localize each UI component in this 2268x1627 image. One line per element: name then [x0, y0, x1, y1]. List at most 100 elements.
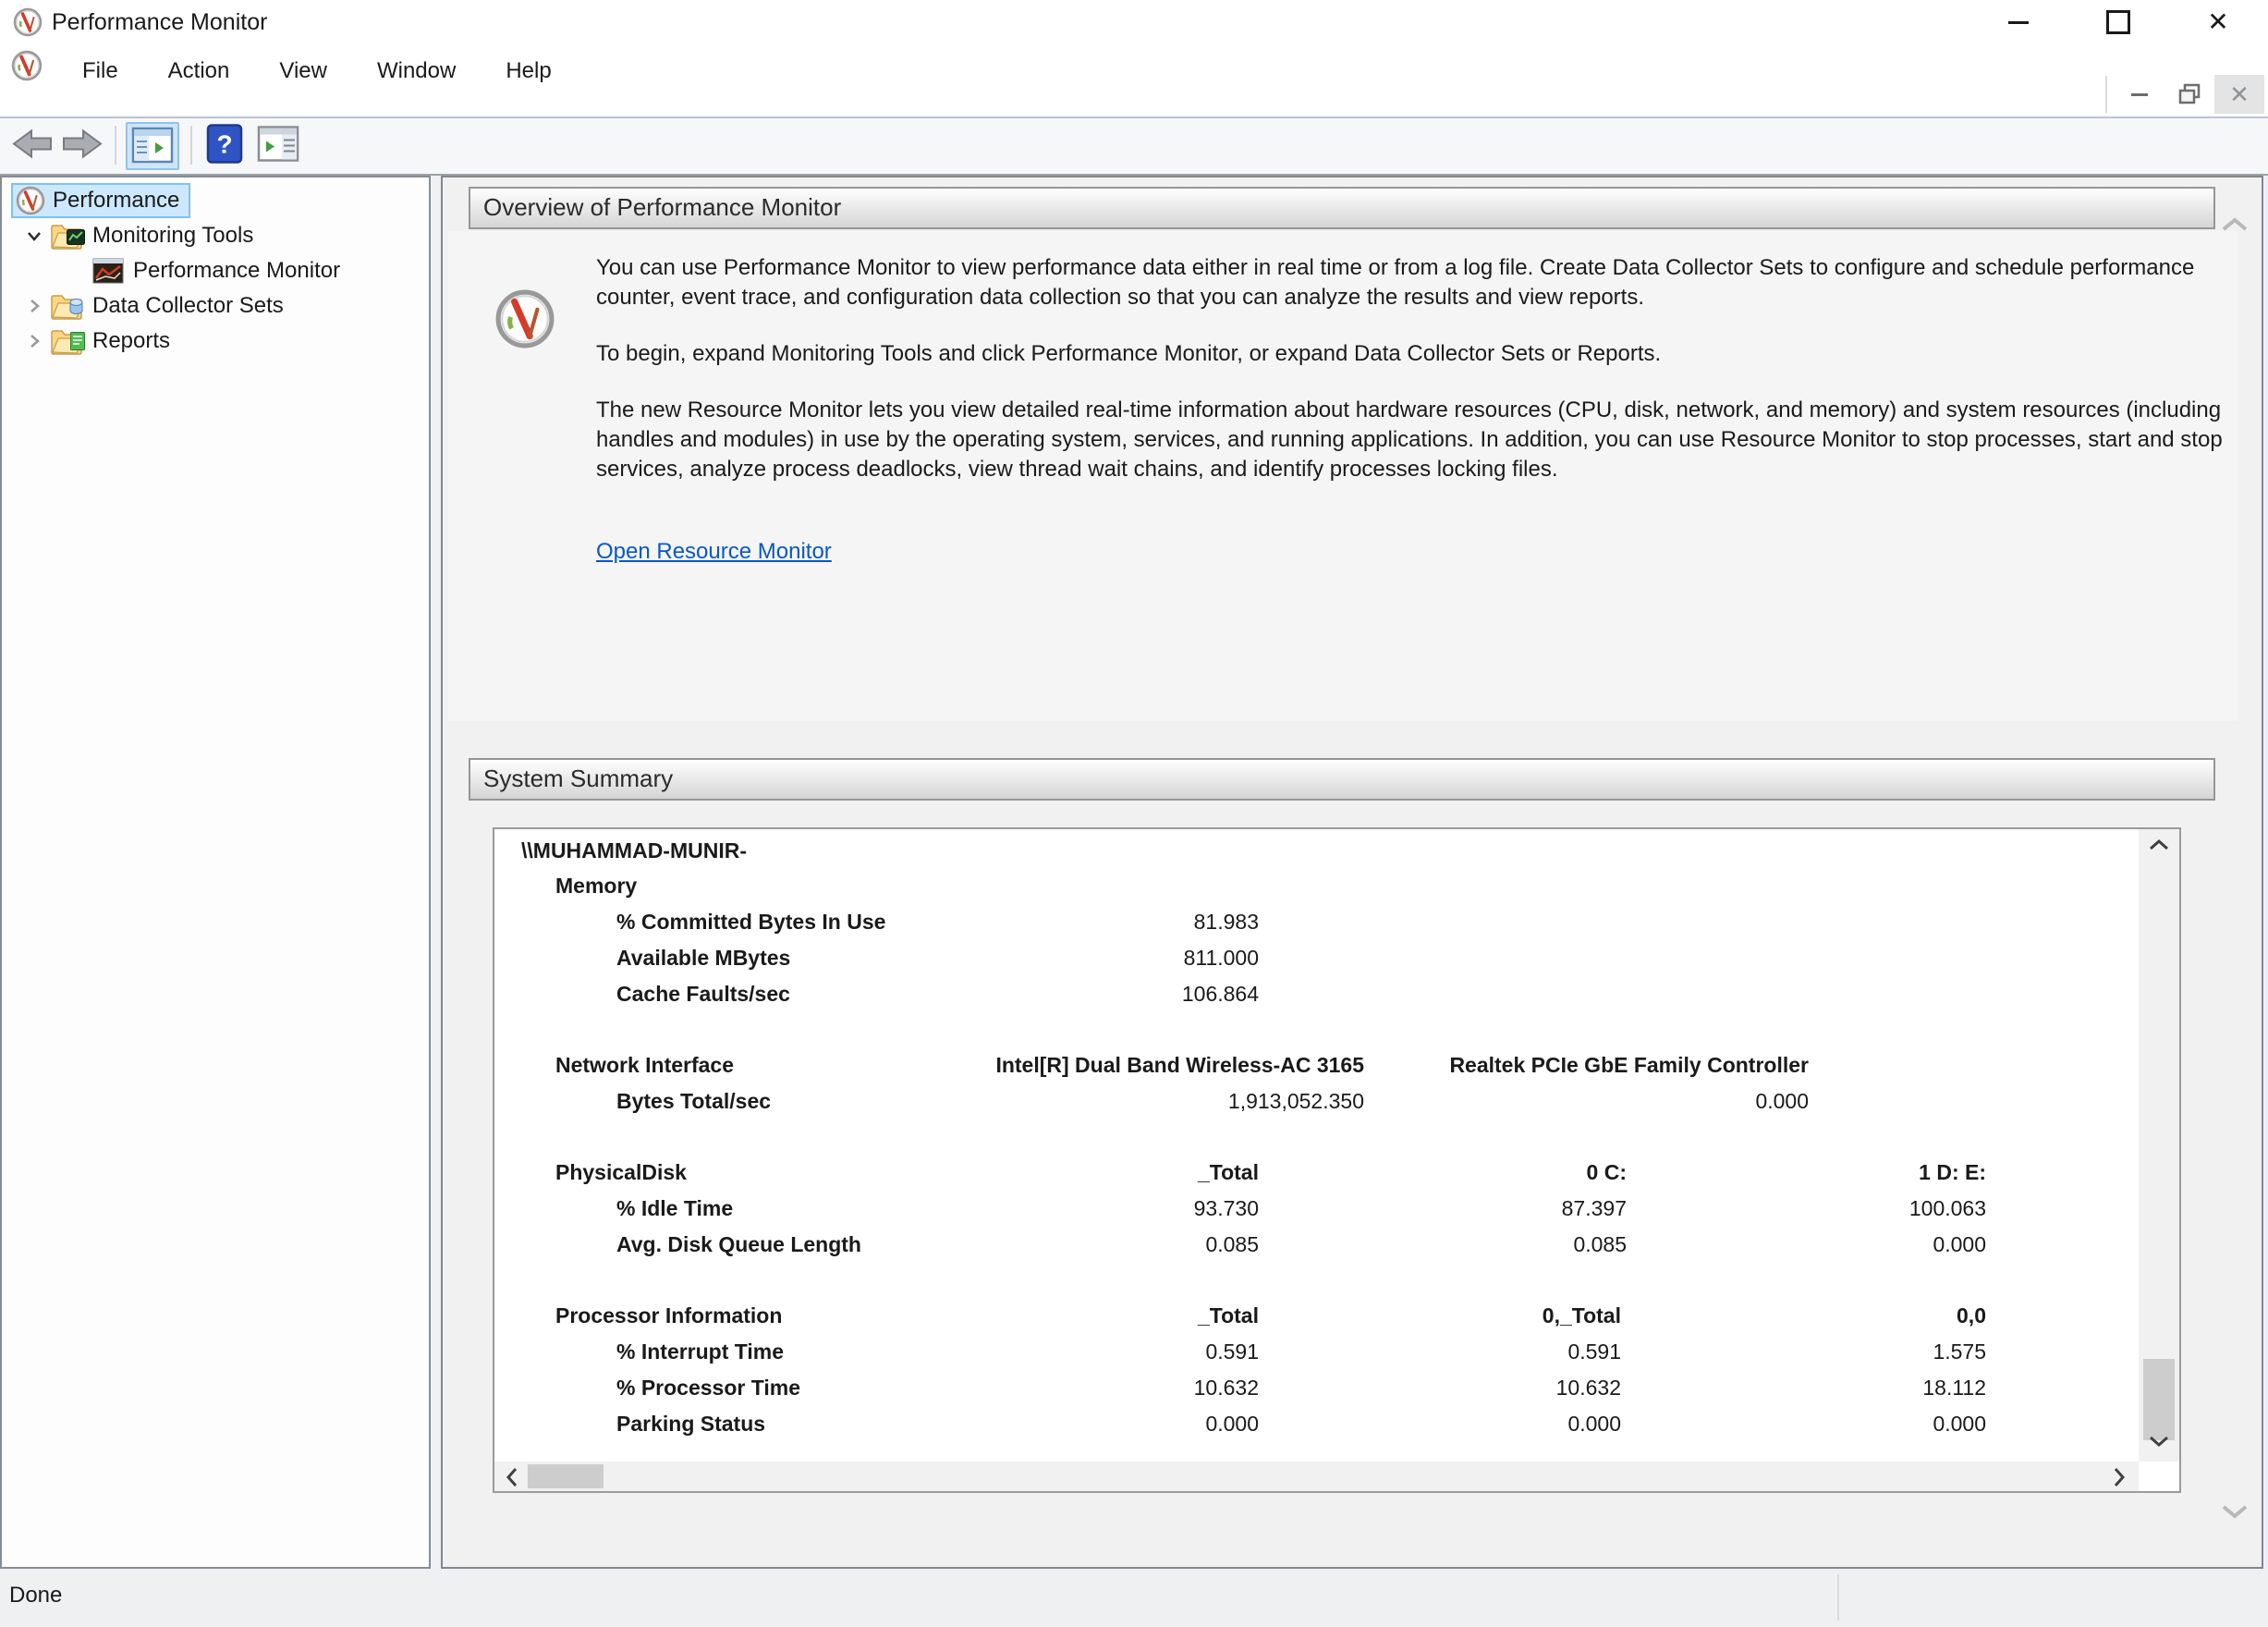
overview-paragraph-2: To begin, expand Monitoring Tools and cl… [596, 339, 2225, 369]
open-resource-monitor-link[interactable]: Open Resource Monitor [596, 539, 832, 565]
counter-value: 0.591 [1567, 1334, 1621, 1370]
counter-label: % Committed Bytes In Use [616, 904, 885, 940]
perfmon-menu-icon [11, 50, 43, 86]
folder-report-icon [50, 327, 83, 355]
minimize-button[interactable] [1969, 0, 2068, 44]
sidebar-item-monitoring-tools[interactable]: Monitoring Tools [2, 218, 427, 253]
folder-data-icon [50, 292, 83, 320]
maximize-button[interactable] [2068, 0, 2168, 44]
tree-item-label: Performance [53, 188, 179, 214]
counter-row: % Committed Bytes In Use 81.983 [494, 904, 2137, 940]
console-tree: Performance Monitoring Tools Performance… [2, 183, 427, 359]
counter-value: 10.632 [1194, 1370, 1259, 1406]
overview-paragraph-3: The new Resource Monitor lets you view d… [596, 396, 2225, 484]
menu-item-file[interactable]: File [57, 52, 143, 91]
scroll-left-icon[interactable] [504, 1465, 520, 1494]
pane-scroll-up-icon[interactable] [2219, 214, 2250, 239]
instance-column-header: Intel[R] Dual Band Wireless-AC 3165 [995, 1047, 1364, 1083]
back-icon [11, 127, 54, 162]
counter-label: Network Interface [555, 1047, 734, 1083]
counter-row: Bytes Total/sec1,913,052.3500.000 [494, 1083, 2137, 1119]
counter-label: Memory [555, 868, 637, 904]
overview-text: You can use Performance Monitor to view … [596, 253, 2225, 565]
title-bar: Performance Monitor ✕ [0, 0, 2268, 44]
tree-expander-collapsed-icon[interactable] [18, 296, 50, 316]
close-icon: ✕ [2207, 9, 2228, 35]
folder-tools-icon [50, 222, 83, 250]
menu-item-window[interactable]: Window [352, 52, 481, 91]
counter-group-row: PhysicalDisk_Total0 C:1 D: E: [494, 1155, 2137, 1191]
instance-column-header: 0,0 [1957, 1298, 1986, 1334]
counter-value: 100.063 [1909, 1191, 1986, 1227]
scroll-right-icon[interactable] [2111, 1465, 2128, 1494]
toolbar: ? [0, 118, 2268, 176]
counter-value: 10.632 [1556, 1370, 1621, 1406]
counter-group-row: Network Interface Intel[R] Dual Band Wire… [494, 1047, 2137, 1083]
mdi-restore-icon [2177, 83, 2201, 105]
counter-value: 93.730 [1194, 1191, 1259, 1227]
counter-row: % Idle Time 93.730 87.397 100.063 [494, 1191, 2137, 1227]
counter-value: 0.000 [1933, 1406, 1986, 1442]
forward-button[interactable] [61, 127, 104, 166]
counter-value: 106.864 [1182, 976, 1259, 1012]
counter-value: 0.000 [1755, 1083, 1809, 1119]
counter-row: Available MBytes 811.000 [494, 940, 2137, 976]
pane-scroll-down-icon[interactable] [2219, 1501, 2250, 1526]
minimize-icon [2008, 21, 2029, 24]
counter-value: 87.397 [1562, 1191, 1627, 1227]
counter-label: Bytes Total/sec [616, 1083, 771, 1119]
counter-label: Parking Status [616, 1406, 765, 1442]
toolbar-separator [115, 126, 116, 165]
mdi-minimize-button[interactable] [2115, 75, 2164, 114]
sidebar-item-reports[interactable]: Reports [2, 324, 427, 359]
counter-label: Available MBytes [616, 940, 790, 976]
counter-value: 0.000 [1933, 1227, 1986, 1263]
tree-selection-highlight: Performance [11, 183, 190, 218]
show-hide-console-tree-icon [131, 127, 174, 164]
counter-value: 0.085 [1573, 1227, 1627, 1263]
instance-column-header: Realtek PCIe GbE Family Controller [1449, 1047, 1809, 1083]
counter-value: 0.085 [1205, 1227, 1259, 1263]
counter-label: PhysicalDisk [555, 1155, 687, 1191]
sidebar-item-performance-monitor[interactable]: Performance Monitor [2, 253, 427, 288]
counter-row: Avg. Disk Queue Length0.0850.0850.000 [494, 1227, 2137, 1263]
counter-label: % Processor Time [616, 1370, 800, 1406]
summary-vertical-scrollbar[interactable] [2139, 829, 2179, 1462]
tree-expander-collapsed-icon[interactable] [18, 331, 50, 351]
counter-value: 811.000 [1184, 940, 1259, 976]
horizontal-scrollbar-thumb[interactable] [528, 1464, 604, 1488]
counter-value: 0.591 [1205, 1334, 1259, 1370]
help-button[interactable]: ? [205, 124, 244, 169]
counter-value: 81.983 [1194, 904, 1259, 940]
counter-label: % Idle Time [616, 1191, 733, 1227]
show-hide-action-pane-button[interactable] [257, 126, 299, 167]
sidebar-item-data-collector-sets[interactable]: Data Collector Sets [2, 288, 427, 324]
counter-value: 0.000 [1205, 1406, 1259, 1442]
tree-item-label: Monitoring Tools [92, 223, 253, 249]
console-tree-panel: Performance Monitoring Tools Performance… [0, 176, 431, 1569]
summary-horizontal-scrollbar[interactable] [494, 1462, 2139, 1491]
menu-item-view[interactable]: View [254, 52, 352, 91]
show-hide-console-tree-button[interactable] [126, 122, 179, 170]
close-button[interactable]: ✕ [2168, 0, 2268, 44]
instance-column-header: _Total [1198, 1298, 1259, 1334]
tree-item-label: Performance Monitor [133, 258, 340, 284]
scroll-down-icon[interactable] [2147, 1433, 2171, 1454]
scroll-up-icon[interactable] [2147, 837, 2171, 858]
vertical-scrollbar-thumb[interactable] [2143, 1359, 2175, 1440]
tree-expander-expanded-icon[interactable] [18, 226, 50, 246]
counter-label: Processor Information [555, 1298, 782, 1334]
back-button[interactable] [11, 127, 54, 166]
tree-item-label: Data Collector Sets [92, 293, 284, 319]
counter-group-row: Memory [494, 868, 2137, 904]
menu-bar: FileActionViewWindowHelp ✕ [0, 44, 2268, 118]
mdi-close-button[interactable]: ✕ [2214, 75, 2264, 114]
counter-value: 1.575 [1933, 1334, 1986, 1370]
help-icon: ? [205, 124, 244, 165]
menu-item-help[interactable]: Help [481, 52, 576, 91]
svg-text:?: ? [216, 130, 232, 159]
mdi-restore-button[interactable] [2164, 75, 2214, 114]
menu-item-action[interactable]: Action [143, 52, 255, 91]
perfmon-logo-icon [494, 288, 555, 354]
sidebar-item-performance[interactable]: Performance [2, 183, 427, 218]
